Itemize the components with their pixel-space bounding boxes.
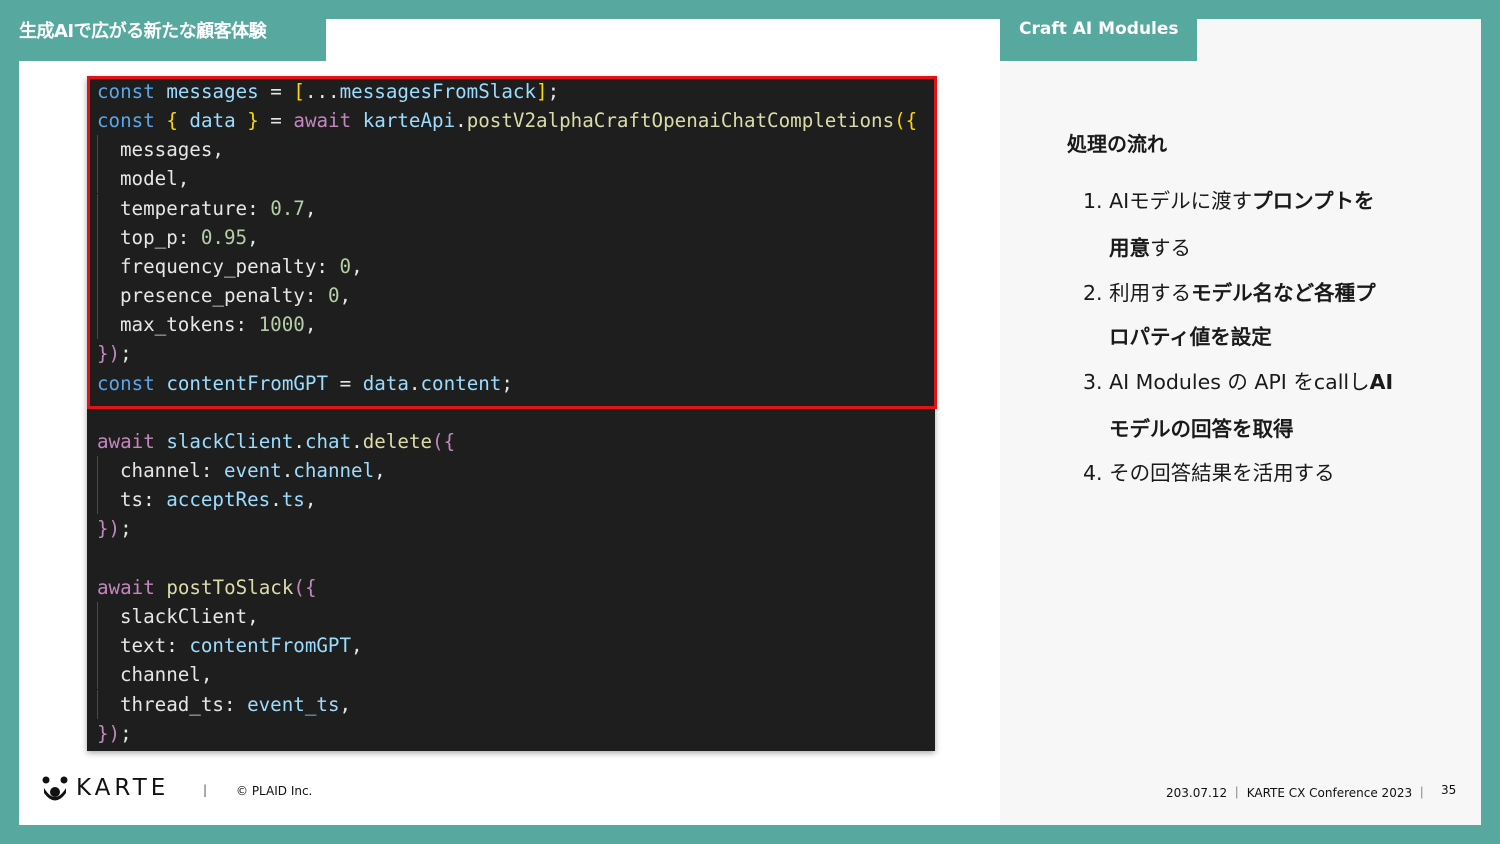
section-title: Craft AI Modules	[1019, 19, 1179, 39]
code-line: await slackClient.chat.delete({	[97, 430, 456, 453]
flow-step-1-line1: 1. AIモデルに渡すプロンプトを	[1083, 189, 1375, 213]
code-line: max_tokens: 1000,	[97, 310, 316, 339]
code-line: });	[97, 342, 132, 365]
code-line: model,	[97, 164, 189, 193]
karte-logo-icon	[42, 776, 68, 801]
code-line: presence_penalty: 0,	[97, 281, 351, 310]
flow-step-4: 4. その回答結果を活用する	[1083, 461, 1335, 485]
code-line: const { data } = await karteApi.postV2al…	[97, 109, 918, 132]
flow-step-1-line2: 用意する	[1109, 236, 1191, 260]
flow-step-2-line1: 2. 利用するモデル名など各種プ	[1083, 281, 1376, 305]
code-line: await postToSlack({	[97, 576, 317, 599]
code-line: const contentFromGPT = data.content;	[97, 372, 513, 395]
flow-step-3-line1: 3. AI Modules の API をcallしAI	[1083, 370, 1394, 394]
code-line: messages,	[97, 135, 224, 164]
section-tab: Craft AI Modules	[1000, 19, 1197, 61]
code-line: text: contentFromGPT,	[97, 631, 363, 660]
karte-logo-text: KARTE	[76, 775, 170, 801]
page-number: 35	[1441, 783, 1457, 797]
code-line: thread_ts: event_ts,	[97, 690, 351, 719]
code-line: frequency_penalty: 0,	[97, 252, 363, 281]
code-line: slackClient,	[97, 602, 259, 631]
copyright: © PLAID Inc.	[236, 784, 313, 798]
code-line: temperature: 0.7,	[97, 194, 316, 223]
date-event: 203.07.12 ｜ KARTE CX Conference 2023 ｜	[1166, 786, 1428, 800]
flow-step-2-line2: ロパティ値を設定	[1109, 325, 1272, 349]
footer-separator: |	[203, 783, 208, 797]
code-line: });	[97, 517, 132, 540]
code-line: channel,	[97, 660, 212, 689]
code-line: channel: event.channel,	[97, 456, 386, 485]
slide-title: 生成AIで広がる新たな顧客体験	[19, 21, 267, 42]
code-line: top_p: 0.95,	[97, 223, 259, 252]
code-line: const messages = [...messagesFromSlack];	[97, 80, 560, 103]
flow-step-3-line2: モデルの回答を取得	[1109, 417, 1294, 441]
code-line: ts: acceptRes.ts,	[97, 485, 316, 514]
code-line: });	[97, 722, 132, 745]
code-block: const messages = [...messagesFromSlack];…	[87, 77, 935, 751]
flow-heading: 処理の流れ	[1067, 132, 1167, 156]
